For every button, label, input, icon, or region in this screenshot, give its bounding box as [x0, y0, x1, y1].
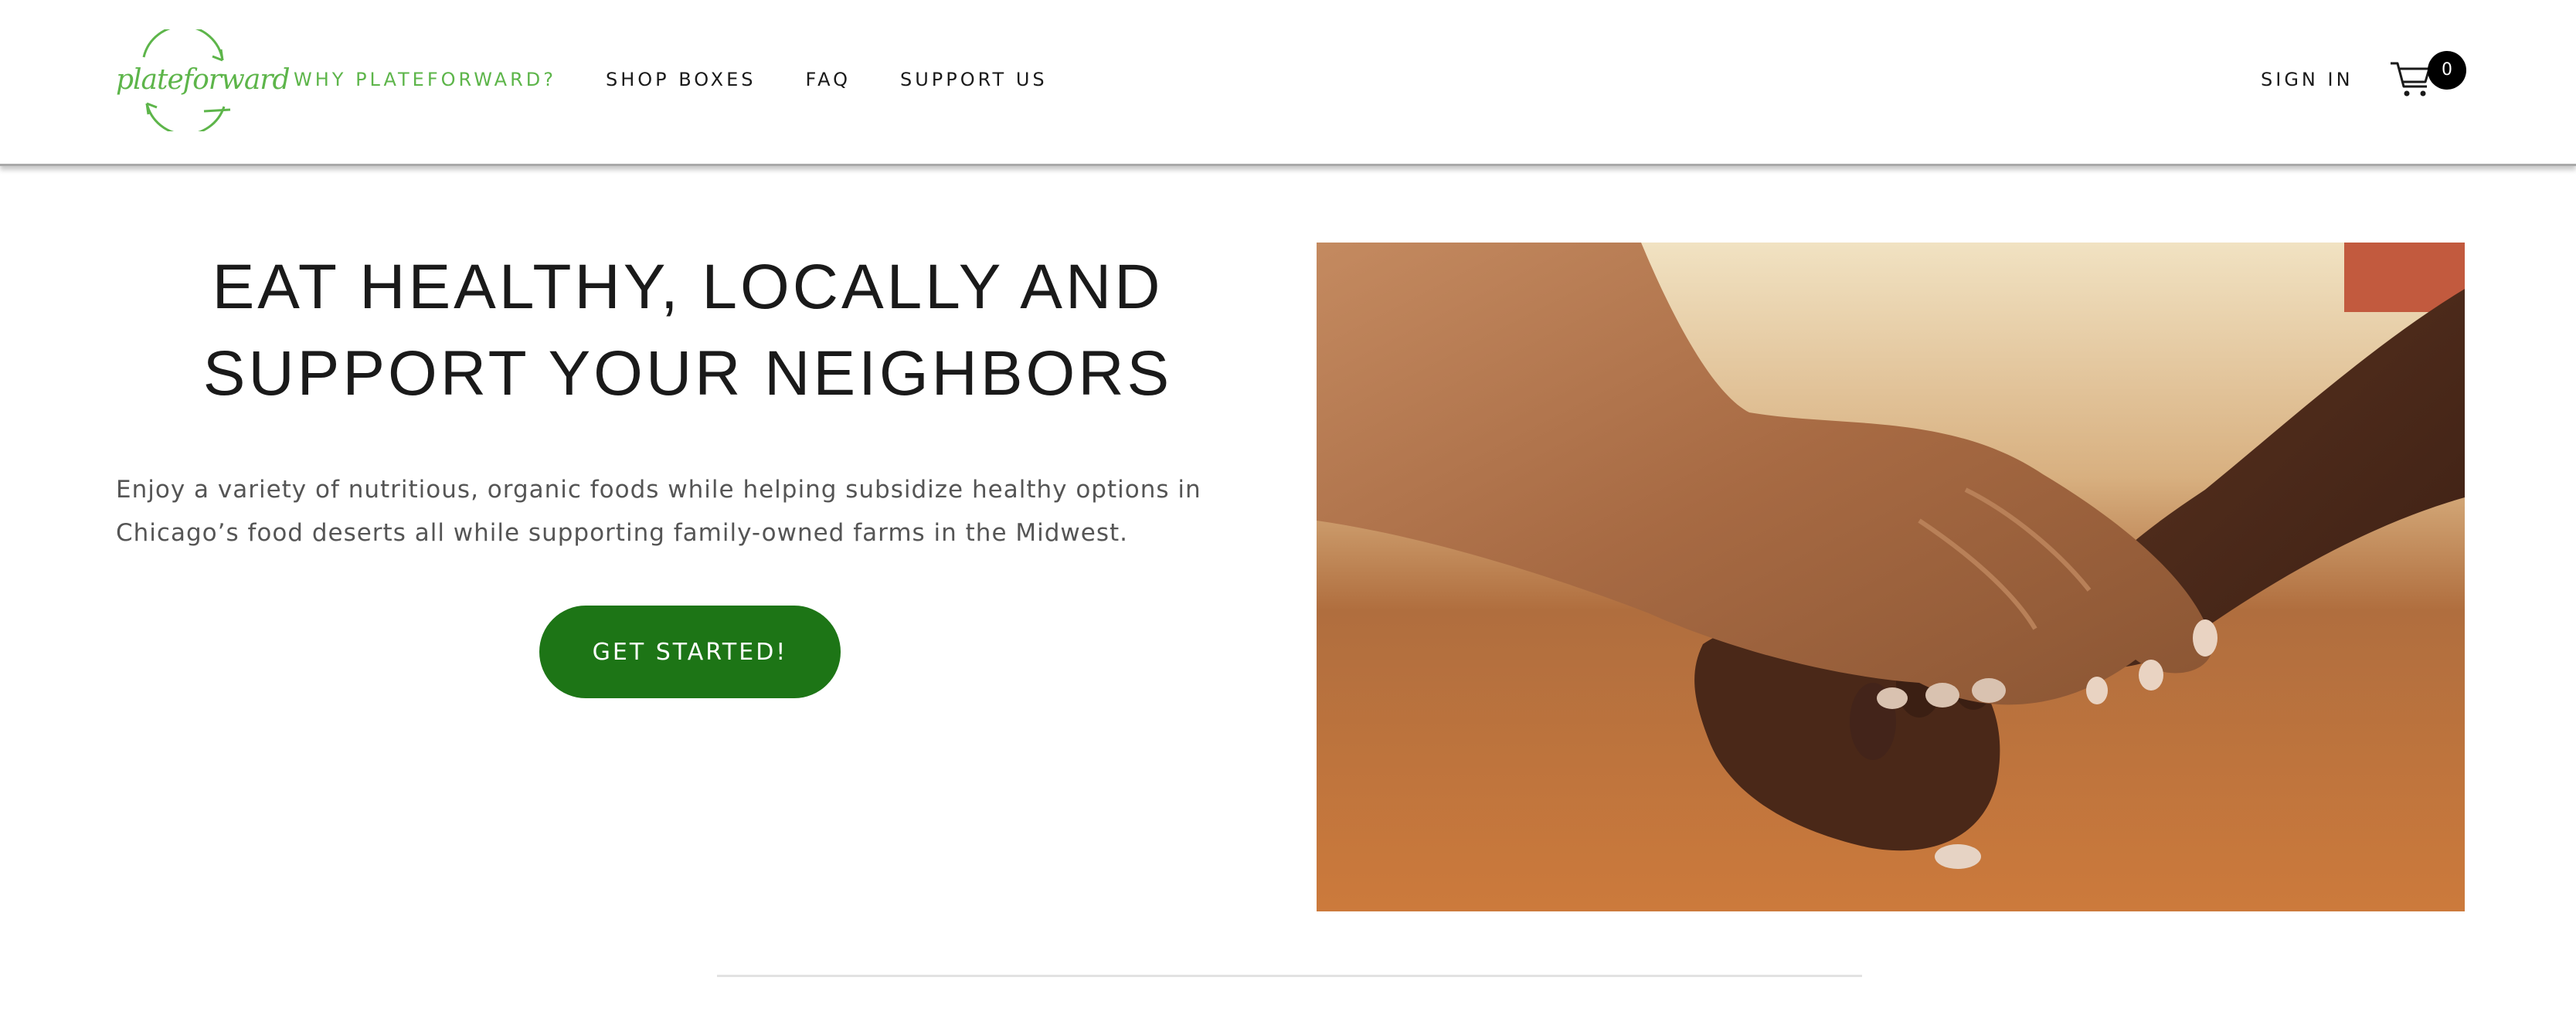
hands-holding-photo: [1317, 243, 2465, 911]
section-divider: [717, 975, 1862, 977]
page: plateforward WHY PLATEFORWARD? SHOP BOXE…: [0, 0, 2576, 1018]
hero-description-line-1: Enjoy a variety of nutritious, organic f…: [116, 476, 1201, 504]
nav-item-faq[interactable]: FAQ: [805, 68, 851, 91]
plateforward-logo[interactable]: plateforward: [111, 29, 291, 131]
main-nav: WHY PLATEFORWARD? SHOP BOXES FAQ SUPPORT…: [294, 68, 1048, 91]
sign-in-link[interactable]: SIGN IN: [2261, 68, 2353, 91]
cart-count-badge: 0: [2428, 51, 2466, 90]
nav-item-why-plateforward[interactable]: WHY PLATEFORWARD?: [294, 68, 556, 91]
hands-illustration: [1317, 243, 2465, 911]
hero-description: Enjoy a variety of nutritious, organic f…: [116, 468, 1244, 555]
nav-item-shop-boxes[interactable]: SHOP BOXES: [606, 68, 756, 91]
hero-title-line-2: SUPPORT YOUR NEIGHBORS: [202, 338, 1173, 409]
site-header: plateforward WHY PLATEFORWARD? SHOP BOXE…: [0, 0, 2576, 166]
nav-item-support-us[interactable]: SUPPORT US: [900, 68, 1048, 91]
hero-title: EAT HEALTHY, LOCALLY AND SUPPORT YOUR NE…: [147, 244, 1229, 417]
hero-title-line-1: EAT HEALTHY, LOCALLY AND: [212, 252, 1164, 322]
hero-description-line-2: Chicago’s food deserts all while support…: [116, 519, 1128, 547]
logo-wordmark: plateforward: [114, 64, 291, 96]
get-started-button[interactable]: GET STARTED!: [539, 606, 841, 698]
cart-button[interactable]: 0: [2389, 51, 2466, 105]
